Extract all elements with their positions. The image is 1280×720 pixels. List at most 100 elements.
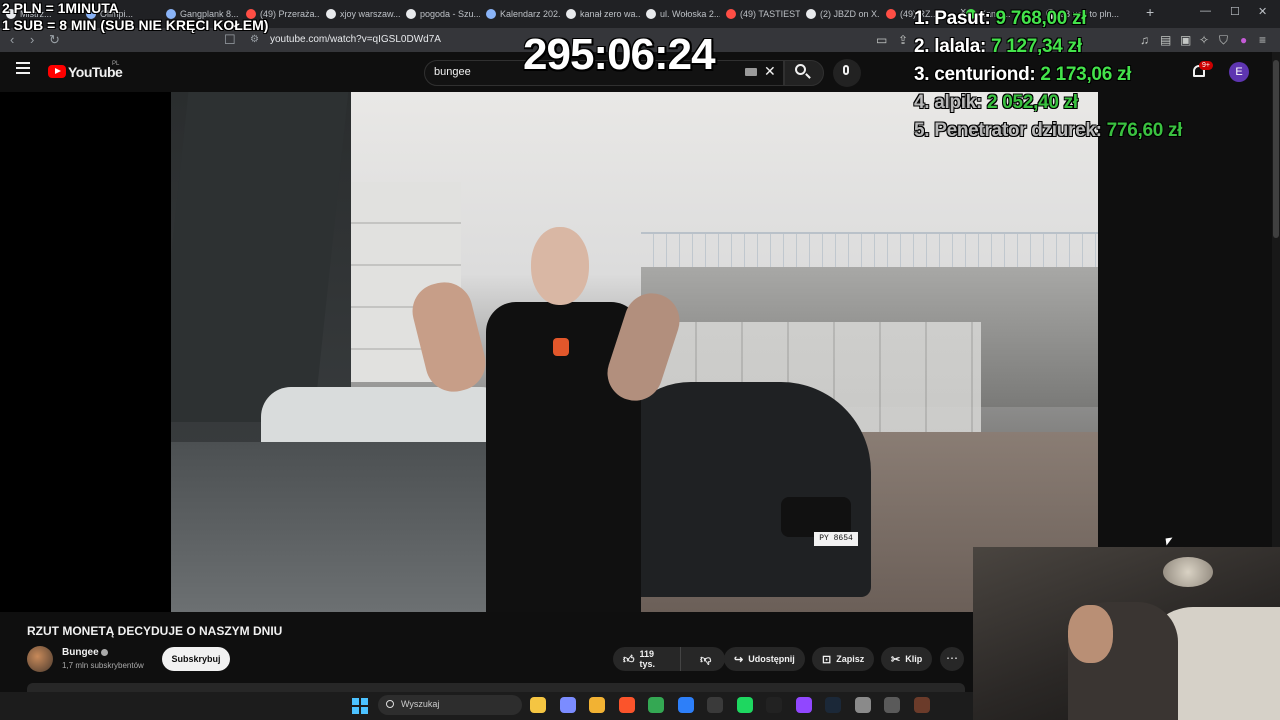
scrollbar-thumb[interactable] (1273, 60, 1279, 238)
car-grille (781, 497, 851, 537)
obs-icon[interactable] (707, 697, 723, 713)
clip-label: Klip (905, 654, 923, 664)
leaderboard-row: 4. alpik: 2 052,40 zł (914, 92, 1182, 120)
copilot-icon[interactable] (559, 697, 576, 713)
cast-icon[interactable]: ▭ (876, 33, 887, 47)
tab-favicon-icon (726, 9, 736, 19)
subscription-rate-text: 1 SUB = 8 MIN (SUB NIE KRĘCI KOŁEM) (2, 17, 269, 33)
region-label: PL (112, 61, 120, 67)
leaderboard-amount: 2 052,40 zł (987, 92, 1078, 113)
muza-icon[interactable] (766, 697, 782, 713)
reload-icon[interactable]: ↻ (49, 32, 60, 48)
video-frame: PY 8654 (171, 92, 1098, 612)
folder-icon[interactable] (589, 697, 605, 713)
leaderboard-name: 1. Pasut: (914, 8, 991, 29)
browser-tab[interactable]: ul. Wołoska 2... (646, 4, 720, 24)
clip-button[interactable]: ✂ Klip (881, 647, 933, 671)
forward-icon[interactable]: › (30, 32, 34, 47)
leaderboard-name: 4. alpik: (914, 92, 983, 113)
share-button[interactable]: ↪ Udostępnij (724, 647, 805, 671)
leaderboard-name: 3. centuriond: (914, 64, 1036, 85)
browser-tab[interactable]: (49) TASTIEST... (726, 4, 800, 24)
license-plate: PY 8654 (814, 532, 858, 546)
verified-icon (101, 649, 108, 656)
donation-leaderboard: 1. Pasut: 9 768,00 zł 2. lalala: 7 127,34… (914, 8, 1182, 148)
tab-favicon-icon (406, 9, 416, 19)
account-avatar[interactable]: E (1229, 62, 1249, 82)
share-icon[interactable]: ⇪ (898, 33, 908, 47)
store-icon[interactable] (677, 697, 694, 713)
video-title: RZUT MONETĄ DECYDUJE O NASZYM DNIU (27, 624, 283, 638)
leaderboard-row: 3. centuriond: 2 173,06 zł (914, 64, 1182, 92)
back-icon[interactable]: ‹ (10, 32, 14, 47)
taskbar-search-placeholder[interactable]: Wyszukaj (401, 699, 439, 709)
webcam-lamp (1163, 557, 1213, 587)
steam-icon[interactable] (825, 697, 841, 713)
taskbar-search[interactable] (378, 695, 522, 715)
tab-label: (49) Przeraża... (260, 9, 320, 19)
search-icon[interactable] (795, 64, 806, 75)
shield-icon[interactable]: ⛉ (1219, 33, 1228, 48)
settings-icon[interactable] (854, 697, 871, 713)
twitch-icon[interactable] (795, 697, 812, 713)
site-info-icon[interactable]: ⚙ (250, 34, 259, 45)
search-input-value[interactable]: bungee (434, 66, 471, 78)
tab-favicon-icon (806, 9, 816, 19)
youtube-logo-icon[interactable] (48, 65, 66, 78)
leaderboard-amount: 776,60 zł (1106, 120, 1183, 141)
dumpster-body (171, 442, 501, 612)
game-icon[interactable] (913, 697, 930, 713)
video-player[interactable]: PY 8654 (0, 92, 1098, 612)
share-label: Udostępnij (748, 654, 795, 664)
save-label: Zapisz (836, 654, 865, 664)
leaderboard-row: 5. Penetrator dziurek: 776,60 zł (914, 120, 1182, 148)
tab-label: xjoy warszaw... (340, 9, 400, 19)
browser-tab[interactable]: pogoda - Szu... (406, 4, 480, 24)
thumbs-down-icon: 👎︎ (700, 653, 712, 666)
file-explorer-icon[interactable] (530, 697, 546, 713)
browser-tab[interactable]: xjoy warszaw... (326, 4, 400, 24)
maximize-icon[interactable]: ☐ (1230, 5, 1240, 18)
url-text[interactable]: youtube.com/watch?v=qIGSL0DWd7A (270, 34, 441, 45)
hamburger-menu-icon[interactable] (16, 62, 30, 74)
leaderboard-name: 5. Penetrator dziurek: (914, 120, 1102, 141)
like-button[interactable]: 👍︎ 119 tys. (613, 647, 682, 671)
tab-favicon-icon (486, 9, 496, 19)
browser-tab[interactable]: Kalendarz 202... (486, 4, 560, 24)
tab-label: (49) TASTIEST... (740, 9, 800, 19)
keyboard-icon[interactable] (745, 68, 757, 76)
shirt-logo (553, 338, 569, 356)
donation-rate-text: 2 PLN = 1MINUTA (2, 0, 119, 16)
windows-start-icon[interactable] (352, 698, 368, 714)
subscriber-count: 1,7 mln subskrybentów (62, 661, 144, 670)
profile-icon[interactable]: ● (1240, 33, 1247, 47)
tab-label: ul. Wołoska 2... (660, 9, 720, 19)
tab-label: kanał zero wa... (580, 9, 640, 19)
dislike-button[interactable]: 👎︎ (686, 647, 725, 671)
browser-tab[interactable]: kanał zero wa... (566, 4, 640, 24)
clear-search-icon[interactable]: ✕ (764, 63, 776, 80)
tab-favicon-icon (326, 9, 336, 19)
channel-name[interactable]: Bungee (62, 647, 99, 658)
bookmark-icon[interactable]: ☐ (224, 32, 236, 48)
calculator-icon[interactable] (884, 697, 900, 713)
browser-tab[interactable]: (2) JBZD on X... (806, 4, 880, 24)
subscribe-button[interactable]: Subskrybuj (162, 647, 230, 671)
window-close-icon[interactable]: ✕ (1258, 5, 1267, 18)
brave-icon[interactable] (618, 697, 635, 713)
save-button[interactable]: ⊡ Zapisz (812, 647, 875, 671)
more-actions-button[interactable]: ⋯ (940, 647, 964, 671)
thumbs-up-icon: 👍︎ (623, 653, 635, 666)
like-dislike-group: 👍︎ 119 tys. 👎︎ (613, 647, 725, 671)
notification-badge: 9+ (1199, 61, 1213, 70)
channel-avatar[interactable] (27, 646, 53, 672)
extensions-icon[interactable]: ✧ (1199, 33, 1209, 47)
leaderboard-amount: 7 127,34 zł (990, 36, 1082, 57)
bookmark-save-icon: ⊡ (822, 653, 832, 666)
person-head (531, 227, 589, 305)
menu-icon[interactable]: ≡ (1259, 33, 1266, 47)
spotify-icon[interactable] (736, 697, 753, 713)
minimize-icon[interactable]: — (1200, 5, 1211, 17)
chrome-icon[interactable] (648, 697, 664, 713)
microphone-icon[interactable] (843, 65, 849, 75)
